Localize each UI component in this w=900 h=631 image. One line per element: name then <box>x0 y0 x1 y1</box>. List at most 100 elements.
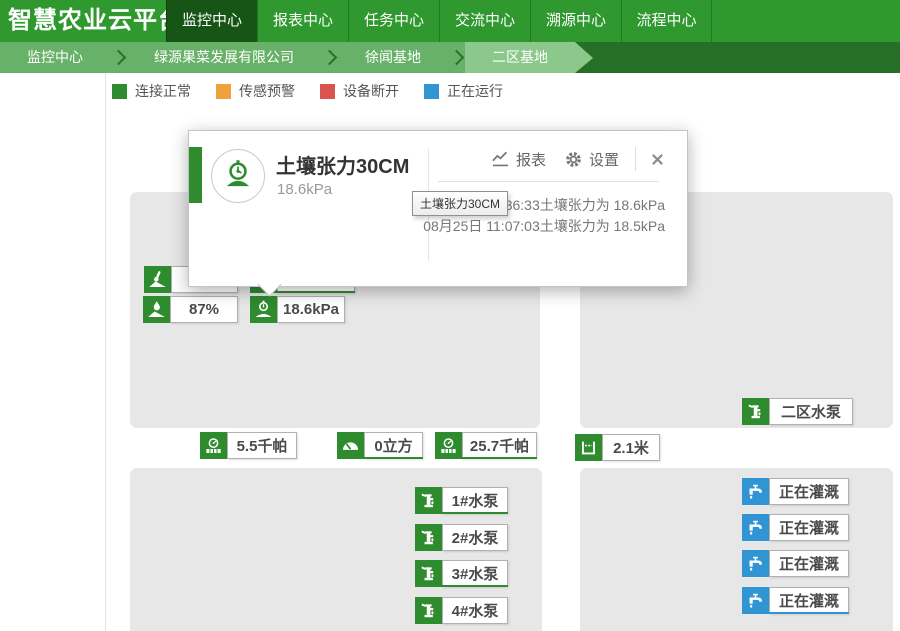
settings-label: 设置 <box>589 149 619 170</box>
popup-actions: 报表 设置 <box>473 147 665 171</box>
badge-label: 正在灌溉 <box>769 514 849 541</box>
badge-label: 87% <box>170 296 238 323</box>
badge-status-underline <box>364 457 423 459</box>
sensor-soil-moisture-badge[interactable]: 87% <box>143 296 238 323</box>
legend-swatch-icon <box>424 84 439 99</box>
status-legend: 连接正常 传感预警 设备断开 正在运行 <box>112 81 503 101</box>
badge-label: 3#水泵 <box>442 560 508 587</box>
gear-icon <box>564 150 583 169</box>
irrigation-3-badge[interactable]: 正在灌溉 <box>742 550 849 577</box>
badge-label: 正在灌溉 <box>769 550 849 577</box>
sensor-pressure-1-badge[interactable]: 5.5千帕 <box>200 432 297 459</box>
breadcrumb-arrow-tip <box>575 42 593 73</box>
water-pump-icon <box>415 487 442 514</box>
faucet-icon <box>742 587 769 614</box>
flow-meter-icon <box>337 432 364 459</box>
smart-agriculture-dashboard: 智慧农业云平台 监控中心报表中心任务中心交流中心溯源中心流程中心 监控中心绿源果… <box>0 0 900 631</box>
pump-2-badge[interactable]: 2#水泵 <box>415 524 508 551</box>
legend-label: 连接正常 <box>135 81 191 101</box>
sensor-tooltip: 土壤张力30CM <box>412 191 508 216</box>
badge-label: 二区水泵 <box>769 398 853 425</box>
soil-tension-gauge-icon <box>211 149 265 203</box>
legend-swatch-icon <box>216 84 231 99</box>
irrigation-4-badge[interactable]: 正在灌溉 <box>742 587 849 614</box>
breadcrumb-trail: 监控中心绿源果菜发展有限公司徐闻基地二区基地 <box>0 42 575 73</box>
chevron-right-icon <box>111 50 127 66</box>
pump-3-badge[interactable]: 3#水泵 <box>415 560 508 587</box>
sensor-flow-badge[interactable]: 0立方 <box>337 432 423 459</box>
badge-label: 2.1米 <box>602 434 660 461</box>
badge-label: 2#水泵 <box>442 524 508 551</box>
close-icon[interactable] <box>650 152 665 167</box>
chevron-right-icon <box>449 50 465 66</box>
soil-moisture-icon <box>143 296 170 323</box>
pressure-gauge-icon <box>200 432 227 459</box>
popup-value: 18.6kPa <box>277 181 332 198</box>
legend-swatch-icon <box>112 84 127 99</box>
breadcrumb-item-4[interactable]: 二区基地 <box>465 42 575 73</box>
nav-item-4[interactable]: 交流中心 <box>439 0 530 42</box>
chart-icon <box>491 150 510 169</box>
badge-status-underline <box>769 612 849 614</box>
pump-1-badge[interactable]: 1#水泵 <box>415 487 508 514</box>
pump-4-badge[interactable]: 4#水泵 <box>415 597 508 624</box>
badge-status-underline <box>277 291 355 293</box>
water-pump-icon <box>415 524 442 551</box>
badge-label: 4#水泵 <box>442 597 508 624</box>
badge-label: 25.7千帕 <box>462 432 537 459</box>
water-pump-icon <box>742 398 769 425</box>
pressure-gauge-icon <box>435 432 462 459</box>
settings-button[interactable]: 设置 <box>564 149 619 170</box>
nav-item-6[interactable]: 流程中心 <box>621 0 712 42</box>
legend-item-1: 连接正常 <box>112 81 191 101</box>
badge-status-underline <box>442 585 508 587</box>
badge-label: 5.5千帕 <box>227 432 297 459</box>
nav-item-5[interactable]: 溯源中心 <box>530 0 621 42</box>
irrigation-1-badge[interactable]: 正在灌溉 <box>742 478 849 505</box>
sensor-water-level-badge[interactable]: 2.1米 <box>575 434 660 461</box>
breadcrumb: 监控中心绿源果菜发展有限公司徐闻基地二区基地 <box>0 42 900 73</box>
breadcrumb-item-1[interactable]: 监控中心 <box>0 42 110 73</box>
badge-label: 1#水泵 <box>442 487 508 514</box>
sensor-pressure-2-badge[interactable]: 25.7千帕 <box>435 432 537 459</box>
legend-label: 设备断开 <box>343 81 399 101</box>
legend-item-3: 设备断开 <box>320 81 399 101</box>
badge-status-underline <box>442 512 508 514</box>
chevron-right-icon <box>322 50 338 66</box>
actions-divider <box>635 147 636 171</box>
history-line-2: 08月25日 11:07:03土壤张力为 18.5kPa <box>423 216 665 237</box>
app-title: 智慧农业云平台 <box>8 0 183 42</box>
legend-item-4: 正在运行 <box>424 81 503 101</box>
faucet-icon <box>742 514 769 541</box>
nav-item-2[interactable]: 报表中心 <box>257 0 348 42</box>
sensor-soil-tension-badge[interactable]: 18.6kPa <box>250 296 345 323</box>
badge-status-underline <box>462 457 537 459</box>
faucet-icon <box>742 478 769 505</box>
water-pump-icon <box>415 597 442 624</box>
legend-label: 传感预警 <box>239 81 295 101</box>
main-nav: 监控中心报表中心任务中心交流中心溯源中心流程中心 <box>166 0 712 42</box>
legend-label: 正在运行 <box>447 81 503 101</box>
popup-title: 土壤张力30CM <box>276 150 409 179</box>
top-nav-bar: 智慧农业云平台 监控中心报表中心任务中心交流中心溯源中心流程中心 <box>0 0 900 42</box>
nav-item-3[interactable]: 任务中心 <box>348 0 439 42</box>
breadcrumb-item-2[interactable]: 绿源果菜发展有限公司 <box>127 42 321 73</box>
popup-divider-horizontal <box>438 181 659 182</box>
report-label: 报表 <box>516 149 546 170</box>
soil-tension-icon <box>250 296 277 323</box>
legend-item-2: 传感预警 <box>216 81 295 101</box>
irrigation-2-badge[interactable]: 正在灌溉 <box>742 514 849 541</box>
pump-zone2-badge[interactable]: 二区水泵 <box>742 398 853 425</box>
popup-accent-stripe <box>189 147 202 203</box>
nav-item-1[interactable]: 监控中心 <box>166 0 257 42</box>
badge-label: 18.6kPa <box>277 296 345 323</box>
report-button[interactable]: 报表 <box>491 149 546 170</box>
water-level-icon <box>575 434 602 461</box>
legend-swatch-icon <box>320 84 335 99</box>
soil-temperature-icon <box>144 266 171 293</box>
faucet-icon <box>742 550 769 577</box>
badge-label: 正在灌溉 <box>769 478 849 505</box>
left-gutter-divider <box>105 73 106 631</box>
badge-label: 正在灌溉 <box>769 587 849 614</box>
breadcrumb-item-3[interactable]: 徐闻基地 <box>338 42 448 73</box>
